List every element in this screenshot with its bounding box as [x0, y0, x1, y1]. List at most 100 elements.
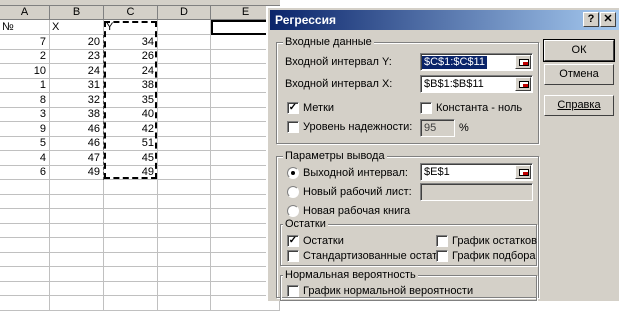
cell-empty[interactable] [158, 107, 211, 122]
regression-dialog: Регрессия ? ✕ Входные данные Входной инт… [266, 6, 619, 301]
labels-checkbox[interactable]: ✓ [287, 102, 299, 114]
cell-empty[interactable] [104, 295, 158, 311]
x-range-label: Входной интервал X: [285, 78, 393, 90]
residual-plot-checkbox[interactable] [436, 235, 448, 247]
x-range-input[interactable]: $B$1:$B$11 [420, 75, 533, 93]
cell-empty[interactable] [158, 20, 211, 35]
cell-empty[interactable] [0, 208, 50, 224]
cell-empty[interactable] [0, 223, 50, 238]
percent-sign: % [459, 122, 469, 134]
cell-empty[interactable] [0, 194, 50, 209]
cell-empty[interactable] [158, 208, 211, 224]
collapse-dialog-icon[interactable] [515, 55, 531, 69]
new-sheet-label: Новый рабочий лист: [303, 186, 412, 198]
output-range-radio[interactable] [287, 167, 299, 179]
ok-button[interactable]: ОК [543, 39, 615, 62]
cancel-button[interactable]: Отмена [544, 64, 614, 85]
cell-empty[interactable] [0, 266, 50, 282]
cell-empty[interactable] [104, 179, 158, 195]
cell-a-value[interactable]: 1 [0, 78, 50, 93]
cell-empty[interactable] [158, 252, 211, 267]
cell-empty[interactable] [104, 281, 158, 296]
cell-empty[interactable] [104, 266, 158, 282]
cell-empty[interactable] [0, 179, 50, 195]
column-header-a[interactable]: A [0, 6, 50, 20]
cell-empty[interactable] [104, 223, 158, 238]
fit-plot-checkbox[interactable] [436, 250, 448, 262]
cell-empty[interactable] [50, 281, 104, 296]
cell-empty[interactable] [158, 295, 211, 311]
std-residuals-checkbox[interactable] [287, 250, 299, 262]
cell-empty[interactable] [104, 237, 158, 253]
cell-empty[interactable] [158, 92, 211, 108]
marching-ants-range-c [104, 21, 157, 179]
cell-empty[interactable] [158, 194, 211, 209]
cell-empty[interactable] [158, 165, 211, 180]
cell-empty[interactable] [158, 34, 211, 50]
column-header-b[interactable]: B [50, 6, 104, 20]
cell-empty[interactable] [50, 266, 104, 282]
output-range-input[interactable]: $E$1 [420, 163, 533, 181]
cell-empty[interactable] [158, 150, 211, 166]
residuals-checkbox[interactable]: ✓ [287, 235, 299, 247]
close-icon[interactable]: ✕ [600, 12, 616, 27]
const-zero-checkbox[interactable] [420, 102, 432, 114]
spreadsheet[interactable]: A B C D E № X Y 7 20 34 2 23 26 10 24 24 1 31 38 8 32 35 3… [0, 0, 281, 311]
help-button[interactable]: Справка [544, 95, 614, 116]
cell-empty[interactable] [158, 121, 211, 137]
cell-empty[interactable] [50, 179, 104, 195]
labels-checkbox-label: Метки [303, 102, 335, 114]
new-book-radio[interactable] [287, 205, 299, 217]
cell-empty[interactable] [50, 237, 104, 253]
y-range-input[interactable]: $C$1:$C$11 [420, 53, 533, 71]
collapse-dialog-icon[interactable] [515, 165, 531, 179]
active-cell-e1[interactable] [211, 20, 274, 35]
cell-empty[interactable] [104, 252, 158, 267]
cell-empty[interactable] [50, 252, 104, 267]
cell-a-value[interactable]: 8 [0, 92, 50, 108]
cell-empty[interactable] [0, 281, 50, 296]
cell-a-value[interactable]: 6 [0, 165, 50, 180]
cell-empty[interactable] [0, 295, 50, 311]
cell-empty[interactable] [50, 208, 104, 224]
cell-header-number[interactable]: № [0, 20, 50, 35]
new-sheet-radio[interactable] [287, 186, 299, 198]
cell-empty[interactable] [158, 78, 211, 93]
cell-empty[interactable] [158, 281, 211, 296]
cell-empty[interactable] [158, 136, 211, 151]
cell-empty[interactable] [158, 223, 211, 238]
cell-a-value[interactable]: 10 [0, 63, 50, 79]
cell-empty[interactable] [158, 237, 211, 253]
cell-empty[interactable] [104, 208, 158, 224]
new-sheet-input[interactable] [420, 183, 533, 201]
cell-empty[interactable] [0, 237, 50, 253]
residuals-checkbox-label: Остатки [303, 235, 344, 247]
cell-a-value[interactable]: 7 [0, 34, 50, 50]
help-question-icon[interactable]: ? [583, 12, 599, 27]
cell-a-value[interactable]: 3 [0, 107, 50, 122]
cell-empty[interactable] [158, 49, 211, 64]
cell-empty[interactable] [104, 194, 158, 209]
cell-a-value[interactable]: 4 [0, 150, 50, 166]
cell-empty[interactable] [158, 266, 211, 282]
cell-header-x[interactable]: X [50, 20, 104, 35]
confidence-checkbox[interactable] [287, 121, 299, 133]
dialog-title: Регрессия [275, 13, 336, 27]
column-header-c[interactable]: C [104, 6, 158, 20]
new-book-label: Новая рабочая книга [303, 205, 411, 217]
column-header-d[interactable]: D [158, 6, 211, 20]
cell-empty[interactable] [158, 179, 211, 195]
cell-a-value[interactable]: 5 [0, 136, 50, 151]
confidence-level-input[interactable]: 95 [420, 119, 455, 137]
cell-empty[interactable] [50, 223, 104, 238]
cell-empty[interactable] [50, 295, 104, 311]
cell-empty[interactable] [0, 252, 50, 267]
normal-plot-checkbox[interactable] [287, 285, 299, 297]
collapse-dialog-icon[interactable] [515, 77, 531, 91]
cell-empty[interactable] [50, 194, 104, 209]
cell-empty[interactable] [158, 63, 211, 79]
cell-a-value[interactable]: 9 [0, 121, 50, 137]
cell-a-value[interactable]: 2 [0, 49, 50, 64]
dialog-titlebar[interactable]: Регрессия ? ✕ [270, 10, 619, 30]
fit-plot-checkbox-label: График подбора [452, 250, 536, 262]
